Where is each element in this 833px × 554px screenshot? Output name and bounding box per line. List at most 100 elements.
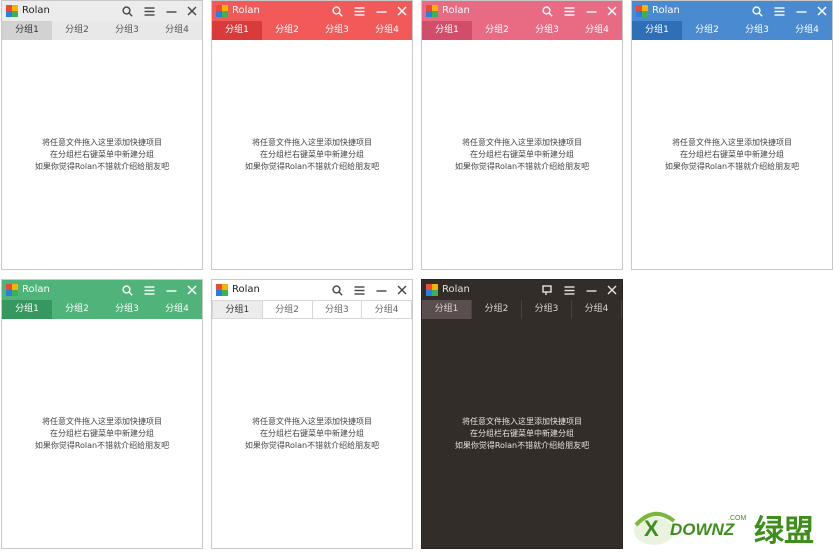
empty-hint: 将任意文件拖入这里添加快捷项目 在分组栏右键菜单中新建分组 如果你觉得Rolan不错…	[212, 137, 412, 173]
minimize-icon[interactable]	[792, 2, 810, 20]
tab-group-1[interactable]: 分组1	[422, 21, 472, 40]
group-tab-bar: 分组1 分组2 分组3 分组4	[2, 21, 202, 40]
menu-icon[interactable]	[140, 2, 158, 20]
tab-group-2[interactable]: 分组2	[262, 21, 312, 40]
drop-area[interactable]: 将任意文件拖入这里添加快捷项目 在分组栏右键菜单中新建分组 如果你觉得Rolan不错…	[212, 319, 412, 548]
hint-line-3: 如果你觉得Rolan不错就介绍给朋友吧	[34, 162, 170, 171]
title-bar[interactable]: Rolan	[212, 1, 412, 21]
hint-line-2: 在分组栏右键菜单中新建分组	[470, 150, 574, 159]
title-bar[interactable]: Rolan	[2, 280, 202, 300]
search-icon[interactable]	[118, 281, 136, 299]
tab-group-2[interactable]: 分组2	[472, 21, 522, 40]
app-title: Rolan	[442, 284, 470, 295]
title-bar[interactable]: Rolan	[212, 280, 412, 300]
tab-group-2[interactable]: 分组2	[262, 300, 313, 319]
title-bar[interactable]: Rolan	[422, 1, 622, 21]
search-icon[interactable]	[748, 2, 766, 20]
tab-group-4[interactable]: 分组4	[362, 300, 412, 319]
app-title: Rolan	[232, 284, 260, 295]
app-logo-icon	[426, 5, 438, 17]
minimize-icon[interactable]	[372, 2, 390, 20]
tab-group-3[interactable]: 分组3	[102, 300, 152, 319]
menu-icon[interactable]	[350, 281, 368, 299]
close-icon[interactable]	[393, 281, 411, 299]
minimize-icon[interactable]	[582, 281, 600, 299]
close-icon[interactable]	[603, 281, 621, 299]
watermark-cn: 绿盟	[754, 514, 814, 549]
menu-icon[interactable]	[770, 2, 788, 20]
tab-group-4[interactable]: 分组4	[152, 21, 202, 40]
title-bar[interactable]: Rolan	[632, 1, 832, 21]
minimize-icon[interactable]	[162, 2, 180, 20]
tab-group-3[interactable]: 分组3	[522, 300, 572, 319]
tab-group-1[interactable]: 分组1	[632, 21, 682, 40]
empty-hint: 将任意文件拖入这里添加快捷项目 在分组栏右键菜单中新建分组 如果你觉得Rolan不错…	[212, 416, 412, 452]
menu-icon[interactable]	[560, 281, 578, 299]
menu-icon[interactable]	[560, 2, 578, 20]
tab-group-1[interactable]: 分组1	[212, 21, 262, 40]
app-title: Rolan	[442, 5, 470, 16]
close-icon[interactable]	[603, 2, 621, 20]
hint-line-1: 将任意文件拖入这里添加快捷项目	[672, 138, 792, 147]
search-icon[interactable]	[538, 2, 556, 20]
tab-group-3[interactable]: 分组3	[102, 21, 152, 40]
drop-area[interactable]: 将任意文件拖入这里添加快捷项目 在分组栏右键菜单中新建分组 如果你觉得Rolan不错…	[2, 40, 202, 269]
drop-area[interactable]: 将任意文件拖入这里添加快捷项目 在分组栏右键菜单中新建分组 如果你觉得Rolan不错…	[212, 40, 412, 269]
tab-group-1[interactable]: 分组1	[2, 21, 52, 40]
hint-line-1: 将任意文件拖入这里添加快捷项目	[42, 417, 162, 426]
tab-group-4[interactable]: 分组4	[572, 21, 622, 40]
tab-group-4[interactable]: 分组4	[572, 300, 622, 319]
search-icon[interactable]	[118, 2, 136, 20]
search-icon[interactable]	[328, 2, 346, 20]
tab-group-2[interactable]: 分组2	[682, 21, 732, 40]
tab-group-4[interactable]: 分组4	[782, 21, 832, 40]
hint-line-3: 如果你觉得Rolan不错就介绍给朋友吧	[454, 162, 590, 171]
drop-area[interactable]: 将任意文件拖入这里添加快捷项目 在分组栏右键菜单中新建分组 如果你觉得Rolan不错…	[2, 319, 202, 548]
hint-line-2: 在分组栏右键菜单中新建分组	[260, 150, 364, 159]
tab-group-1[interactable]: 分组1	[212, 300, 263, 319]
tab-group-3[interactable]: 分组3	[522, 21, 572, 40]
app-logo-icon	[426, 284, 438, 296]
menu-icon[interactable]	[350, 2, 368, 20]
minimize-icon[interactable]	[372, 281, 390, 299]
app-title: Rolan	[232, 5, 260, 16]
watermark-brand: DOWNZ	[670, 520, 735, 539]
tab-group-4[interactable]: 分组4	[152, 300, 202, 319]
close-icon[interactable]	[813, 2, 831, 20]
drop-area[interactable]: 将任意文件拖入这里添加快捷项目 在分组栏右键菜单中新建分组 如果你觉得Rolan不错…	[422, 319, 622, 548]
group-tab-bar: 分组1 分组2 分组3 分组4	[212, 21, 412, 40]
drop-area[interactable]: 将任意文件拖入这里添加快捷项目 在分组栏右键菜单中新建分组 如果你觉得Rolan不错…	[632, 40, 832, 269]
hint-line-3: 如果你觉得Rolan不错就介绍给朋友吧	[34, 441, 170, 450]
title-bar[interactable]: Rolan	[2, 1, 202, 21]
search-icon[interactable]	[328, 281, 346, 299]
close-icon[interactable]	[393, 2, 411, 20]
tab-group-1[interactable]: 分组1	[2, 300, 52, 319]
tab-group-4[interactable]: 分组4	[362, 21, 412, 40]
hint-line-3: 如果你觉得Rolan不错就介绍给朋友吧	[244, 441, 380, 450]
minimize-icon[interactable]	[162, 281, 180, 299]
hint-line-2: 在分组栏右键菜单中新建分组	[260, 429, 364, 438]
app-logo-icon	[6, 284, 18, 296]
menu-icon[interactable]	[140, 281, 158, 299]
hint-line-1: 将任意文件拖入这里添加快捷项目	[462, 138, 582, 147]
hint-line-1: 将任意文件拖入这里添加快捷项目	[462, 417, 582, 426]
watermark-suffix: .COM	[728, 515, 746, 522]
tab-group-3[interactable]: 分组3	[732, 21, 782, 40]
empty-hint: 将任意文件拖入这里添加快捷项目 在分组栏右键菜单中新建分组 如果你觉得Rolan不错…	[2, 416, 202, 452]
tab-group-2[interactable]: 分组2	[52, 300, 102, 319]
rolan-window-white: Rolan 分组1 分组2 分组3 分组4 将任意文件拖入这里添加快捷项目 在分组栏右键菜单…	[211, 279, 413, 549]
close-icon[interactable]	[183, 2, 201, 20]
tab-group-3[interactable]: 分组3	[312, 300, 363, 319]
tab-group-2[interactable]: 分组2	[52, 21, 102, 40]
pin-icon[interactable]	[538, 281, 556, 299]
tab-group-1[interactable]: 分组1	[422, 300, 472, 319]
app-logo-icon	[6, 5, 18, 17]
tab-group-2[interactable]: 分组2	[472, 300, 522, 319]
app-logo-icon	[216, 5, 228, 17]
tab-group-3[interactable]: 分组3	[312, 21, 362, 40]
drop-area[interactable]: 将任意文件拖入这里添加快捷项目 在分组栏右键菜单中新建分组如果你觉得Rolan不错…	[422, 40, 622, 269]
hint-line-1: 将任意文件拖入这里添加快捷项目	[42, 138, 162, 147]
close-icon[interactable]	[183, 281, 201, 299]
title-bar[interactable]: Rolan	[422, 280, 622, 300]
minimize-icon[interactable]	[582, 2, 600, 20]
